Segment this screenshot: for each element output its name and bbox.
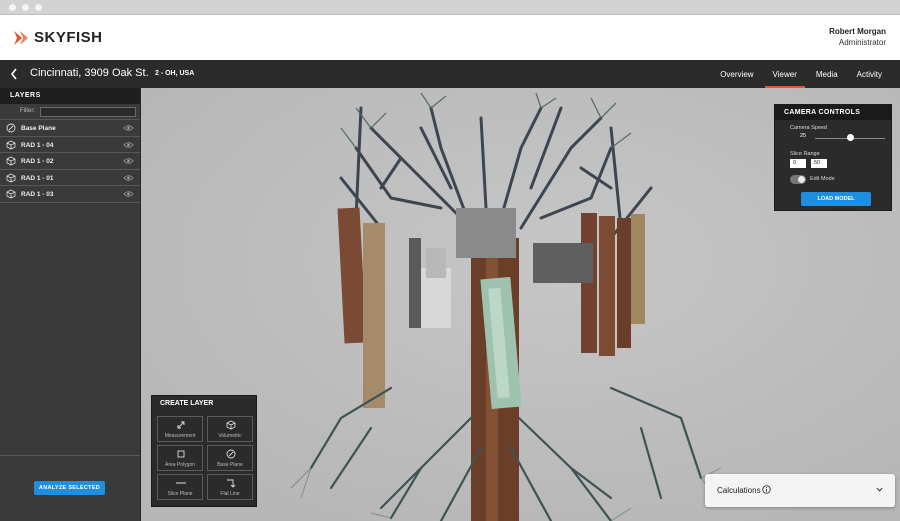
layer-label: Base Plane bbox=[21, 125, 56, 132]
layer-label: RAD 1 - 03 bbox=[21, 191, 54, 198]
location-title: Cincinnati, 3909 Oak St. bbox=[30, 67, 149, 79]
eye-icon[interactable] bbox=[123, 124, 134, 132]
camera-speed-label: Camera Speed bbox=[790, 125, 827, 131]
user-role: Administrator bbox=[838, 38, 886, 47]
tab-viewer[interactable]: Viewer bbox=[764, 60, 805, 88]
corner-arrow-icon bbox=[227, 479, 236, 488]
cube-icon bbox=[226, 420, 236, 430]
camera-controls-title: CAMERA CONTROLS bbox=[775, 105, 891, 120]
chevron-left-icon[interactable] bbox=[10, 67, 18, 81]
layers-panel-footer: ANALYZE SELECTED bbox=[0, 455, 140, 521]
edit-mode-label: Edit Mode bbox=[810, 176, 835, 182]
eye-icon[interactable] bbox=[123, 190, 134, 198]
horizontal-line-icon bbox=[176, 482, 186, 484]
window-maximize-dot[interactable] bbox=[35, 4, 42, 11]
create-layer-title: CREATE LAYER bbox=[160, 400, 214, 407]
tab-overview[interactable]: Overview bbox=[712, 60, 761, 88]
tool-label: Base Plane bbox=[217, 462, 243, 468]
load-model-button[interactable]: LOAD MODEL bbox=[801, 192, 871, 206]
top-header: SKYFISH Robert Morgan Administrator bbox=[0, 15, 900, 60]
location-bar: Cincinnati, 3909 Oak St. 2 - OH, USA Ove… bbox=[0, 60, 900, 88]
compass-icon bbox=[226, 449, 236, 459]
layer-label: RAD 1 - 04 bbox=[21, 141, 54, 149]
slice-min-input[interactable]: 0 bbox=[790, 159, 806, 168]
info-icon[interactable] bbox=[762, 485, 771, 494]
skyfish-logo-icon bbox=[14, 30, 28, 45]
slice-range-label: Slice Range bbox=[790, 151, 820, 157]
tool-label: Slice Plane bbox=[167, 491, 193, 497]
window-minimize-dot[interactable] bbox=[22, 4, 29, 11]
layer-item-rad-1-02[interactable]: RAD 1 - 02 bbox=[0, 153, 140, 170]
logo[interactable]: SKYFISH bbox=[14, 29, 103, 46]
layer-item-rad-1-01[interactable]: RAD 1 - 01 bbox=[0, 169, 140, 186]
camera-controls-panel: CAMERA CONTROLS Camera Speed 25 Slice Ra… bbox=[774, 104, 892, 211]
camera-speed-slider-handle[interactable] bbox=[846, 134, 854, 141]
tool-label: Measurement bbox=[164, 433, 196, 439]
layer-label: RAD 1 - 01 bbox=[21, 174, 54, 182]
camera-speed-value: 25 bbox=[800, 133, 807, 139]
diagonal-arrows-icon bbox=[177, 421, 185, 429]
analyze-selected-button[interactable]: ANALYZE SELECTED bbox=[34, 481, 105, 495]
eye-icon[interactable] bbox=[123, 141, 134, 149]
base-plane-tool[interactable]: Base Plane bbox=[207, 445, 253, 471]
eye-icon[interactable] bbox=[123, 174, 134, 182]
view-tabs: Overview Viewer Media Activity bbox=[709, 60, 890, 88]
create-layer-panel: CREATE LAYER Measurement Volumetric Area… bbox=[151, 395, 257, 507]
location-subtitle: 2 - OH, USA bbox=[155, 70, 195, 77]
cube-icon bbox=[6, 173, 16, 182]
window-close-dot[interactable] bbox=[9, 4, 16, 11]
logo-text: SKYFISH bbox=[34, 29, 103, 46]
eye-icon[interactable] bbox=[123, 157, 134, 165]
measurement-tool[interactable]: Measurement bbox=[157, 416, 203, 442]
layer-item-base-plane[interactable]: Base Plane bbox=[0, 120, 140, 137]
user-name: Robert Morgan bbox=[829, 27, 886, 36]
square-icon bbox=[177, 450, 185, 458]
compass-icon bbox=[6, 123, 16, 133]
volumetric-tool[interactable]: Volumetric bbox=[207, 416, 253, 442]
tab-activity[interactable]: Activity bbox=[849, 60, 890, 88]
flat-line-tool[interactable]: Flat Line bbox=[207, 474, 253, 500]
tool-label: Area Polygon bbox=[164, 462, 196, 468]
filter-input[interactable] bbox=[40, 107, 136, 117]
slice-max-input[interactable]: 50 bbox=[811, 159, 827, 168]
slice-plane-tool[interactable]: Slice Plane bbox=[157, 474, 203, 500]
layer-label: RAD 1 - 02 bbox=[21, 158, 54, 165]
user-menu[interactable]: Robert Morgan Administrator bbox=[829, 27, 886, 47]
filter-label: Filter: bbox=[20, 108, 35, 114]
window-chrome bbox=[0, 0, 900, 15]
layer-item-rad-1-04[interactable]: RAD 1 - 04 bbox=[0, 136, 140, 153]
cube-icon bbox=[6, 140, 16, 149]
layers-filter: Filter: bbox=[0, 104, 140, 120]
cube-icon bbox=[6, 189, 16, 199]
edit-mode-toggle[interactable] bbox=[790, 175, 806, 184]
layer-item-rad-1-03[interactable]: RAD 1 - 03 bbox=[0, 186, 140, 203]
tab-media[interactable]: Media bbox=[808, 60, 846, 88]
tool-label: Flat Line bbox=[220, 491, 240, 497]
cube-icon bbox=[6, 156, 16, 166]
calculations-label: Calculations bbox=[717, 486, 761, 495]
tool-label: Volumetric bbox=[218, 433, 242, 439]
chevron-down-icon[interactable] bbox=[876, 486, 883, 493]
area-polygon-tool[interactable]: Area Polygon bbox=[157, 445, 203, 471]
layers-panel: LAYERS Filter: Base Plane RAD 1 - 04 RAD… bbox=[0, 88, 141, 521]
layers-title: LAYERS bbox=[0, 88, 140, 104]
calculations-panel[interactable]: Calculations bbox=[705, 474, 895, 507]
